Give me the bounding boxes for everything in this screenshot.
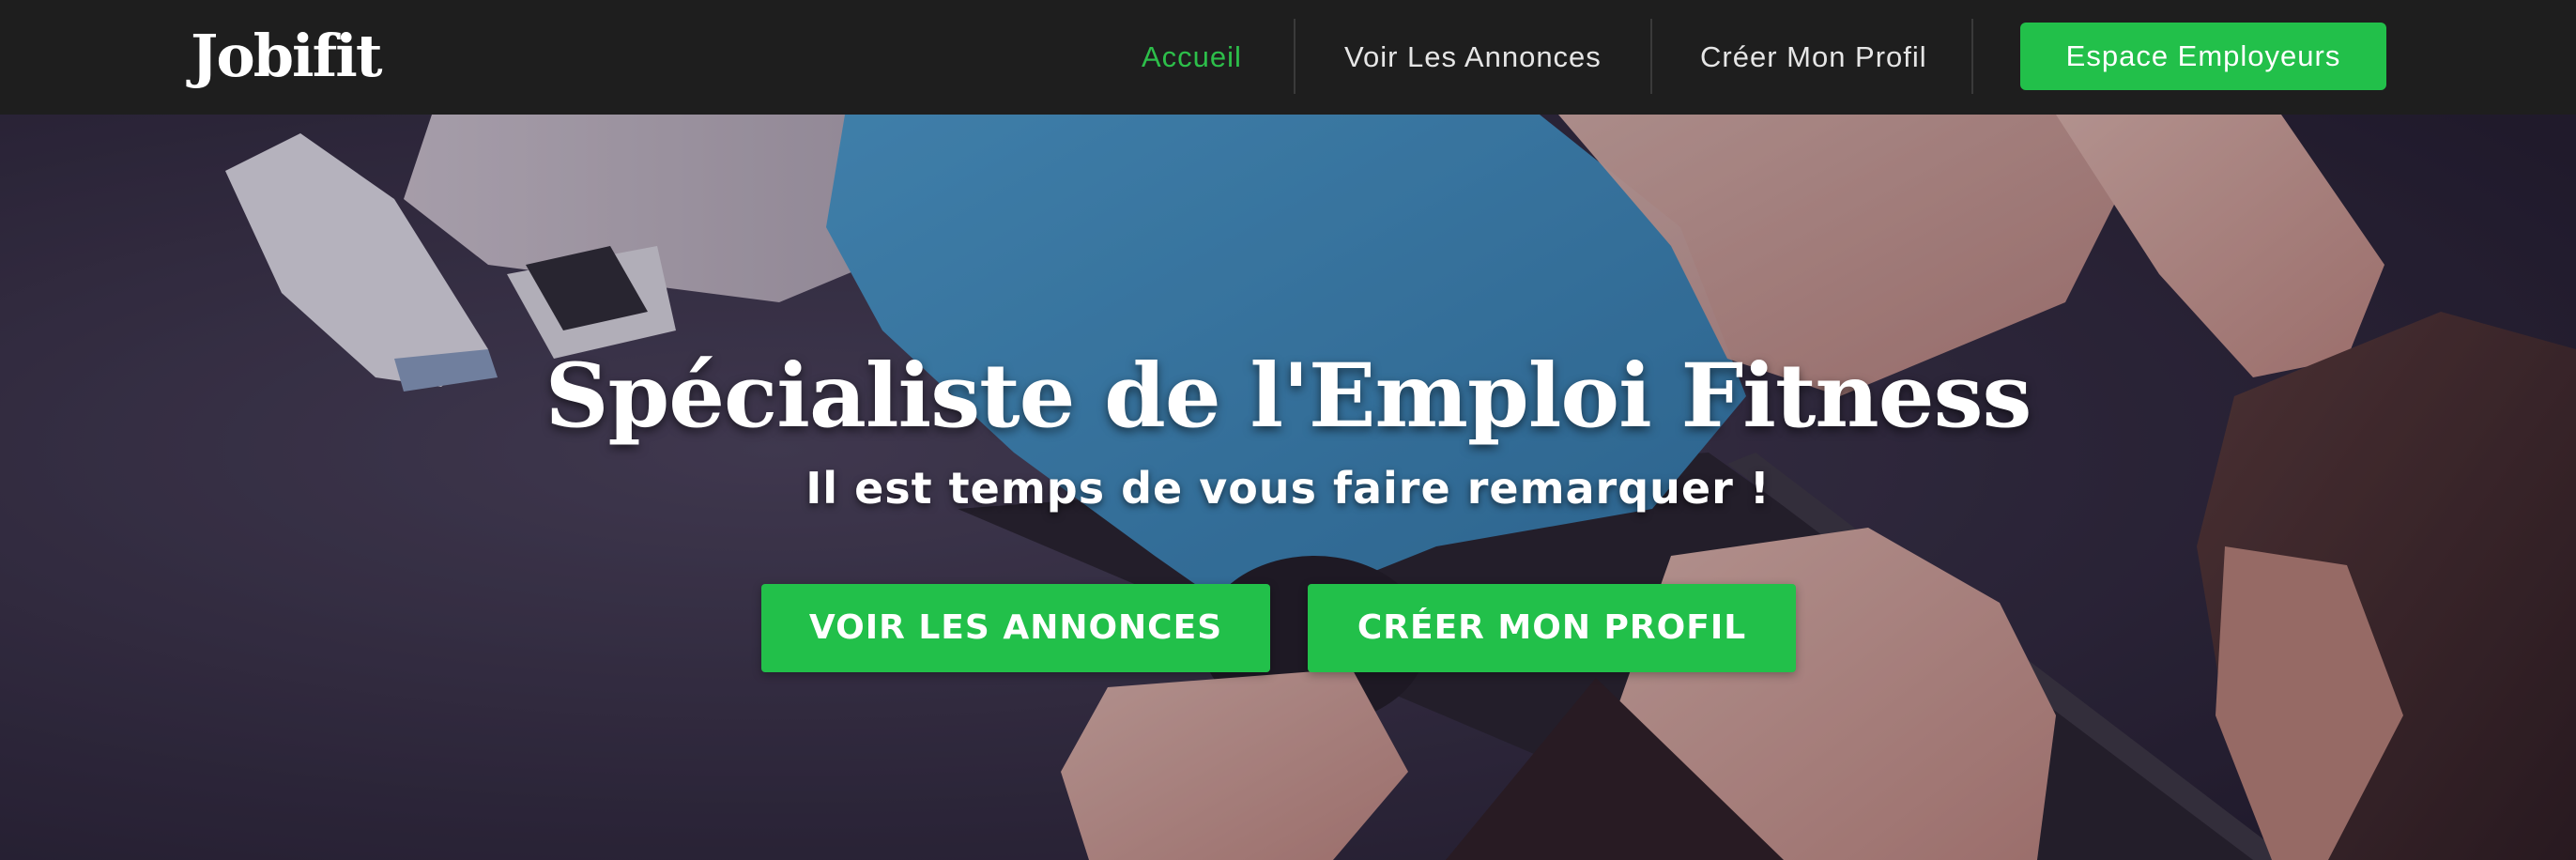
nav-item-voir-les-annonces[interactable]: Voir Les Annonces — [1344, 0, 1602, 115]
nav-divider — [1971, 19, 1973, 94]
nav-divider — [1650, 19, 1652, 94]
page: Jobifit Accueil Voir Les Annonces Créer … — [0, 0, 2576, 860]
creer-mon-profil-button[interactable]: CRÉER MON PROFIL — [1308, 584, 1796, 672]
nav-divider — [1294, 19, 1296, 94]
top-navbar: Jobifit Accueil Voir Les Annonces Créer … — [0, 0, 2576, 115]
hero-title: Spécialiste de l'Emploi Fitness — [544, 345, 2032, 448]
nav-item-accueil[interactable]: Accueil — [1142, 0, 1242, 115]
hero-section: Spécialiste de l'Emploi Fitness Il est t… — [0, 115, 2576, 860]
jobifit-logo[interactable]: Jobifit — [191, 21, 382, 92]
hero-subtitle: Il est temps de vous faire remarquer ! — [805, 463, 1771, 514]
nav-item-creer-mon-profil[interactable]: Créer Mon Profil — [1700, 0, 1927, 115]
espace-employeurs-button[interactable]: Espace Employeurs — [2020, 23, 2386, 90]
voir-les-annonces-button[interactable]: VOIR LES ANNONCES — [761, 584, 1270, 672]
